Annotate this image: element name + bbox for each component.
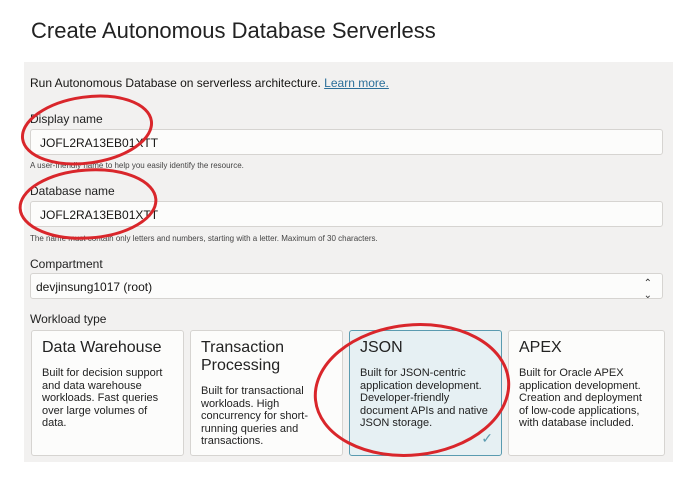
card-description: Built for transactional workloads. High …	[201, 385, 308, 447]
compartment-value: devjinsung1017 (root)	[36, 280, 153, 294]
chevron-up-down-icon: ⌃ ⌄	[643, 278, 652, 301]
display-name-input[interactable]: JOFL2RA13EB01XTT	[30, 129, 663, 155]
compartment-select[interactable]: devjinsung1017 (root) ⌃ ⌄	[30, 273, 663, 301]
workload-card-json[interactable]: JSON Built for JSON-centric application …	[349, 330, 502, 456]
compartment-label: Compartment	[30, 257, 103, 271]
card-title: JSON	[360, 339, 403, 356]
database-name-label: Database name	[30, 184, 115, 198]
card-title: APEX	[519, 339, 562, 356]
display-name-help: A user-friendly name to help you easily …	[30, 161, 244, 170]
display-name-label: Display name	[30, 112, 103, 126]
page-title: Create Autonomous Database Serverless	[31, 18, 436, 43]
workload-card-data-warehouse[interactable]: Data Warehouse Built for decision suppor…	[31, 330, 184, 456]
workload-card-transaction-processing[interactable]: Transaction Processing Built for transac…	[190, 330, 343, 456]
card-description: Built for JSON-centric application devel…	[360, 367, 488, 429]
card-description: Built for decision support and data ware…	[42, 367, 163, 429]
checkmark-icon: ✓	[481, 430, 493, 446]
card-title: Transaction Processing	[201, 339, 284, 374]
learn-more-link[interactable]: Learn more.	[324, 76, 389, 90]
database-name-input[interactable]: JOFL2RA13EB01XTT	[30, 201, 663, 227]
card-title: Data Warehouse	[42, 339, 162, 356]
card-description: Built for Oracle APEX application develo…	[519, 367, 642, 429]
intro-description: Run Autonomous Database on serverless ar…	[30, 76, 321, 90]
intro-text: Run Autonomous Database on serverless ar…	[30, 76, 389, 90]
form-panel: Run Autonomous Database on serverless ar…	[24, 62, 673, 462]
workload-type-label: Workload type	[30, 312, 107, 326]
workload-card-apex[interactable]: APEX Built for Oracle APEX application d…	[508, 330, 665, 456]
database-name-help: The name must contain only letters and n…	[30, 234, 378, 243]
